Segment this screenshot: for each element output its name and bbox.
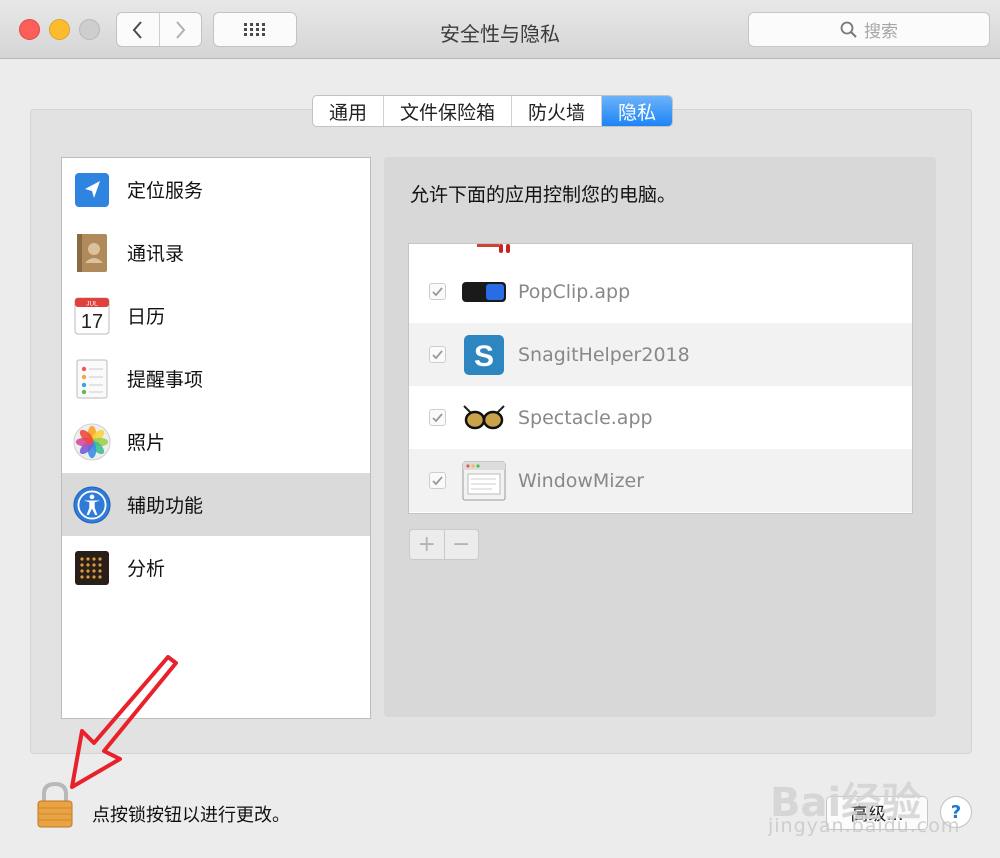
snagit-icon: S xyxy=(462,333,506,377)
sidebar-item-contacts[interactable]: 通讯录 xyxy=(62,221,370,284)
list-item[interactable]: PopClip.app xyxy=(409,260,912,323)
app-checkbox[interactable] xyxy=(429,409,446,426)
list-partial-row xyxy=(409,244,912,260)
app-checkbox[interactable] xyxy=(429,283,446,300)
add-remove-buttons: + − xyxy=(409,529,479,560)
sidebar-item-accessibility[interactable]: 辅助功能 xyxy=(62,473,370,536)
privacy-category-list: 定位服务 通讯录 JUL 17 日历 提醒事项 照片 辅助功能 分析 xyxy=(61,157,371,719)
sidebar-item-reminders[interactable]: 提醒事项 xyxy=(62,347,370,410)
sidebar-item-label: 辅助功能 xyxy=(127,495,204,517)
popclip-icon xyxy=(462,270,506,314)
tab-general[interactable]: 通用 xyxy=(313,96,383,126)
remove-app-button[interactable]: − xyxy=(443,530,479,559)
watermark-url: jingyan.baidu.com xyxy=(768,815,961,837)
search-icon xyxy=(840,21,857,38)
app-name: WindowMizer xyxy=(518,469,645,492)
tab-filevault[interactable]: 文件保险箱 xyxy=(383,96,511,126)
sidebar-item-calendar[interactable]: JUL 17 日历 xyxy=(62,284,370,347)
app-name: Spectacle.app xyxy=(518,406,653,429)
app-permission-list[interactable]: PopClip.app S SnagitHelper2018 Spectacle… xyxy=(408,243,913,514)
app-name: SnagitHelper2018 xyxy=(518,343,690,366)
spectacle-icon xyxy=(462,396,506,440)
sidebar-item-label: 定位服务 xyxy=(127,180,204,202)
sidebar-item-label: 提醒事项 xyxy=(127,369,204,391)
svg-text:S: S xyxy=(474,340,494,373)
tab-bar: 通用 文件保险箱 防火墙 隐私 xyxy=(312,95,674,127)
permission-description: 允许下面的应用控制您的电脑。 xyxy=(410,184,677,206)
calendar-icon-month: JUL xyxy=(86,300,98,307)
title-bar: 安全性与隐私 搜索 xyxy=(0,0,1000,59)
calendar-icon: JUL 17 xyxy=(73,297,111,335)
accessibility-icon xyxy=(73,485,111,524)
list-item[interactable]: WindowMizer xyxy=(409,449,912,512)
annotation-arrow-icon xyxy=(70,655,178,789)
checkmark-icon xyxy=(432,475,443,485)
search-placeholder: 搜索 xyxy=(864,22,898,42)
app-checkbox[interactable] xyxy=(429,346,446,363)
search-field[interactable]: 搜索 xyxy=(748,12,990,47)
sidebar-item-label: 分析 xyxy=(127,558,166,580)
app-name: PopClip.app xyxy=(518,280,631,303)
sidebar-item-label: 日历 xyxy=(127,306,166,328)
list-item[interactable]: S SnagitHelper2018 xyxy=(409,323,912,386)
tab-firewall[interactable]: 防火墙 xyxy=(511,96,601,126)
location-icon xyxy=(73,171,111,209)
sidebar-item-location[interactable]: 定位服务 xyxy=(62,158,370,221)
partial-app-icon xyxy=(477,244,510,253)
sidebar-item-photos[interactable]: 照片 xyxy=(62,410,370,473)
checkmark-icon xyxy=(432,412,443,422)
windowmizer-icon xyxy=(462,459,506,503)
sidebar-item-analytics[interactable]: 分析 xyxy=(62,536,370,599)
analytics-icon xyxy=(73,549,111,587)
app-checkbox[interactable] xyxy=(429,472,446,489)
sidebar-item-label: 照片 xyxy=(127,432,166,454)
checkmark-icon xyxy=(432,286,443,296)
sidebar-item-label: 通讯录 xyxy=(127,243,185,265)
list-item[interactable]: Spectacle.app xyxy=(409,386,912,449)
tab-privacy[interactable]: 隐私 xyxy=(601,96,673,126)
photos-icon xyxy=(73,422,111,461)
baidu-watermark: Bai经验 jingyan.baidu.com xyxy=(765,745,1000,858)
reminders-icon xyxy=(73,359,111,398)
contacts-icon xyxy=(73,233,111,272)
checkmark-icon xyxy=(432,349,443,359)
add-app-button[interactable]: + xyxy=(410,530,444,559)
lock-instruction-text: 点按锁按钮以进行更改。 xyxy=(92,805,290,826)
calendar-icon-day: 17 xyxy=(81,311,103,333)
